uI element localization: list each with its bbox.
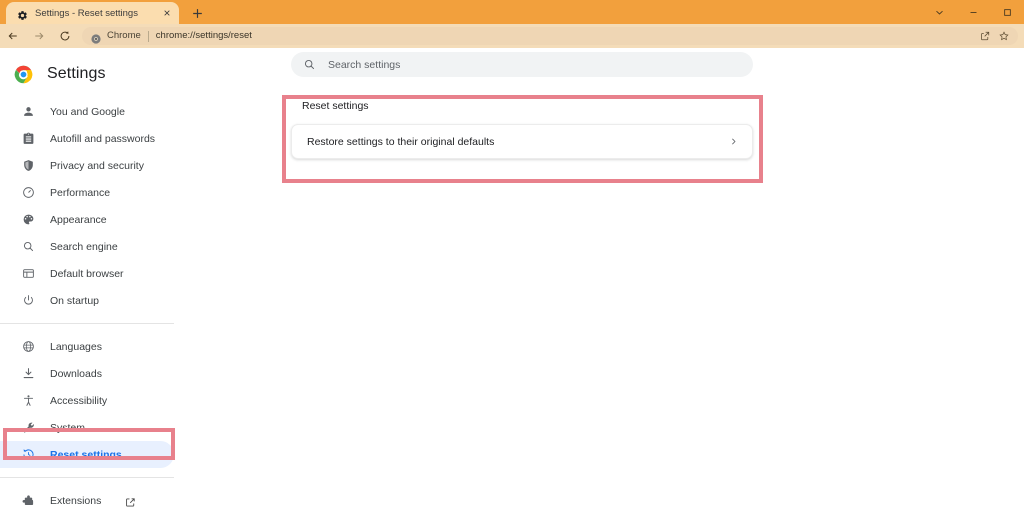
person-icon: [21, 105, 35, 119]
search-icon: [303, 58, 316, 71]
maximize-icon[interactable]: [990, 0, 1024, 24]
browser-window-icon: [21, 267, 35, 281]
sidebar-item-label: Appearance: [50, 213, 107, 226]
sidebar-item-label: Default browser: [50, 267, 124, 280]
search-settings-box[interactable]: Search settings: [291, 52, 753, 77]
tab-title: Settings - Reset settings: [35, 7, 138, 19]
page-title: Settings: [47, 65, 106, 82]
plus-icon: [192, 8, 202, 18]
sidebar-item-accessibility[interactable]: Accessibility: [0, 387, 174, 414]
sidebar-item-system[interactable]: System: [0, 414, 174, 441]
sidebar-item-label: Performance: [50, 186, 111, 199]
sidebar-divider: [0, 323, 174, 324]
clipboard-icon: [21, 132, 35, 146]
sidebar-item-extensions[interactable]: Extensions: [0, 487, 174, 512]
sidebar-item-label: Autofill and passwords: [50, 132, 156, 145]
sidebar-nav-bottom: Extensions About Chrome: [0, 487, 174, 512]
sidebar-nav-middle: Languages Downloads Accessibility System…: [0, 333, 174, 468]
palette-icon: [21, 213, 35, 227]
sidebar-item-downloads[interactable]: Downloads: [0, 360, 174, 387]
section-heading: Reset settings: [302, 100, 369, 112]
external-link-icon[interactable]: [125, 495, 136, 507]
sidebar-item-label: Extensions: [50, 494, 102, 507]
restore-defaults-row[interactable]: Restore settings to their original defau…: [291, 124, 753, 159]
globe-icon: [21, 340, 35, 354]
chevron-right-icon[interactable]: [729, 137, 738, 146]
minimize-icon[interactable]: [956, 0, 990, 24]
site-chip-label: Chrome: [107, 30, 141, 41]
search-icon: [21, 240, 35, 254]
omnibox-divider: [147, 30, 149, 42]
back-arrow-icon[interactable]: [0, 24, 26, 48]
browser-tab[interactable]: Settings - Reset settings: [6, 2, 179, 24]
sidebar-divider-bottom: [0, 477, 174, 478]
window-controls: [922, 0, 1024, 24]
sidebar-item-on-startup[interactable]: On startup: [0, 287, 174, 314]
sidebar-item-label: You and Google: [50, 105, 125, 118]
close-icon[interactable]: [160, 7, 173, 20]
url-text: chrome://settings/reset: [155, 30, 252, 41]
sidebar-item-appearance[interactable]: Appearance: [0, 206, 174, 233]
forward-arrow-icon[interactable]: [26, 24, 52, 48]
sidebar-nav-top: You and Google Autofill and passwords Pr…: [0, 98, 174, 314]
address-bar[interactable]: Chrome chrome://settings/reset: [82, 27, 1018, 45]
sidebar-item-label: Accessibility: [50, 394, 108, 407]
sidebar-item-label: System: [50, 421, 86, 434]
shield-icon: [21, 159, 35, 173]
star-icon[interactable]: [995, 28, 1012, 45]
sidebar-item-you-and-google[interactable]: You and Google: [0, 98, 174, 125]
settings-sidebar: Settings You and Google Autofill and pas…: [0, 48, 174, 512]
chrome-logo-icon: [13, 64, 34, 85]
chrome-logo-icon: [91, 31, 101, 44]
sidebar-item-label: Search engine: [50, 240, 118, 253]
chevron-down-icon[interactable]: [922, 0, 956, 24]
sidebar-item-privacy-and-security[interactable]: Privacy and security: [0, 152, 174, 179]
sidebar-item-label: Reset settings: [50, 448, 122, 461]
new-tab-button[interactable]: [186, 2, 208, 24]
sidebar-item-default-browser[interactable]: Default browser: [0, 260, 174, 287]
sidebar-item-label: Privacy and security: [50, 159, 144, 172]
sidebar-item-search-engine[interactable]: Search engine: [0, 233, 174, 260]
settings-brand: Settings: [0, 56, 174, 92]
browser-toolbar: Chrome chrome://settings/reset: [0, 24, 1024, 48]
sidebar-item-performance[interactable]: Performance: [0, 179, 174, 206]
wrench-icon: [21, 421, 35, 435]
reload-icon[interactable]: [52, 24, 78, 48]
search-input[interactable]: Search settings: [328, 59, 400, 71]
browser-window: Settings - Reset settings Chrome chrome:…: [0, 0, 1024, 512]
settings-page: Settings You and Google Autofill and pas…: [0, 48, 1024, 512]
settings-main: Search settings Reset settings Restore s…: [174, 48, 1024, 512]
sidebar-item-label: Languages: [50, 340, 102, 353]
sidebar-item-label: Downloads: [50, 367, 102, 380]
sidebar-item-reset-settings[interactable]: Reset settings: [0, 441, 174, 468]
power-icon: [21, 294, 35, 308]
restore-defaults-label: Restore settings to their original defau…: [307, 135, 495, 148]
gear-icon: [17, 8, 28, 20]
sidebar-item-languages[interactable]: Languages: [0, 333, 174, 360]
share-icon[interactable]: [976, 28, 993, 45]
puzzle-icon: [21, 494, 35, 508]
tab-strip: Settings - Reset settings: [0, 0, 1024, 24]
reset-settings-section: Reset settings Restore settings to their…: [291, 100, 753, 159]
history-restore-icon: [21, 448, 35, 462]
omnibox-actions: [976, 28, 1012, 45]
download-icon: [21, 367, 35, 381]
speedometer-icon: [21, 186, 35, 200]
accessibility-icon: [21, 394, 35, 408]
sidebar-item-label: On startup: [50, 294, 100, 307]
sidebar-item-autofill-and-passwords[interactable]: Autofill and passwords: [0, 125, 174, 152]
